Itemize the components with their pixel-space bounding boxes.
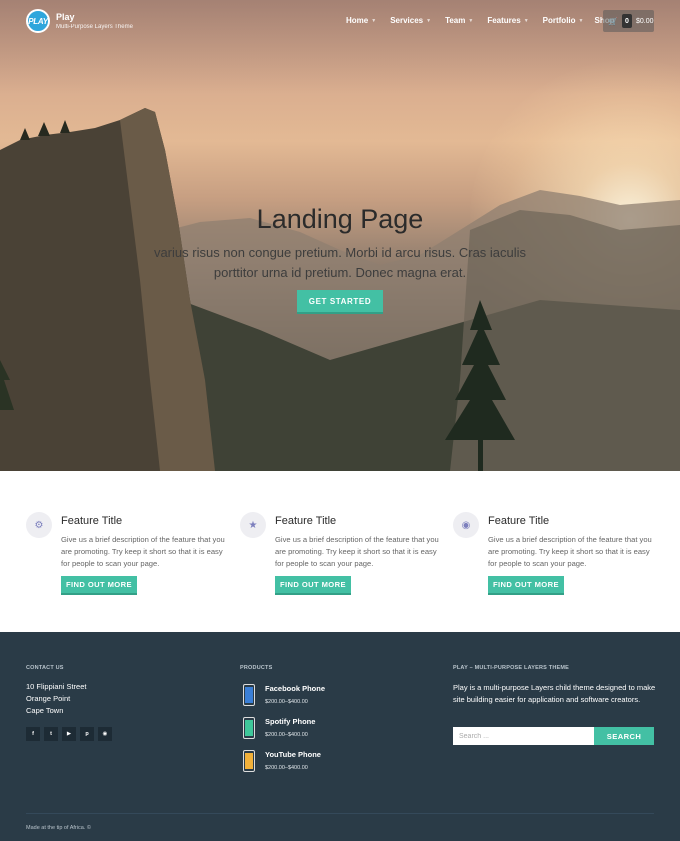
contact-heading: CONTACT US [26, 665, 64, 671]
cart-icon: 🛒 [608, 16, 618, 26]
product-price: $200.00–$400.00 [265, 732, 308, 738]
product-price: $200.00–$400.00 [265, 765, 308, 771]
chevron-down-icon: ▼ [578, 17, 584, 24]
hero-haze [0, 0, 680, 471]
nav-item-home[interactable]: Home ▼ [346, 16, 376, 25]
phone-thumbnail[interactable] [243, 717, 255, 739]
footer-divider [26, 813, 654, 814]
hero-section: PLAY Play Multi-Purpose Layers Theme Hom… [0, 0, 680, 471]
nav-item-team[interactable]: Team ▼ [445, 16, 473, 25]
address-line: Cape Town [26, 706, 64, 715]
address-line: Orange Point [26, 694, 71, 703]
find-out-more-button[interactable]: FIND OUT MORE [275, 576, 351, 593]
phone-thumbnail[interactable] [243, 684, 255, 706]
logo[interactable]: PLAY [26, 9, 50, 33]
nav-item-services[interactable]: Services ▼ [390, 16, 431, 25]
footer: CONTACT US 10 Flippiani Street Orange Po… [0, 632, 680, 841]
nav-label: Home [346, 16, 369, 25]
nav-item-features[interactable]: Features ▼ [487, 16, 528, 25]
chevron-down-icon: ▼ [426, 17, 432, 24]
cart-total: $0.00 [635, 17, 654, 25]
nav-label: Team [445, 16, 466, 25]
facebook-icon[interactable]: f [26, 727, 40, 741]
chevron-down-icon: ▼ [523, 17, 529, 24]
search-button[interactable]: SEARCH [594, 727, 654, 745]
nav-item-portfolio[interactable]: Portfolio ▼ [543, 16, 584, 25]
medal-icon: ◉ [453, 512, 479, 538]
logo-text: PLAY [28, 16, 48, 26]
chevron-down-icon: ▼ [371, 17, 377, 24]
find-out-more-button[interactable]: FIND OUT MORE [61, 576, 137, 593]
hero-excerpt: varius risus non congue pretium. Morbi i… [153, 245, 527, 280]
product-name[interactable]: YouTube Phone [265, 750, 321, 759]
feature-description: Give us a brief description of the featu… [275, 535, 439, 568]
chevron-down-icon: ▼ [468, 17, 474, 24]
search-input[interactable] [453, 727, 594, 745]
cart-count: 0 [621, 14, 632, 28]
instagram-icon[interactable]: ◉ [98, 727, 112, 741]
twitter-icon[interactable]: t [44, 727, 58, 741]
nav-label: Services [390, 16, 424, 25]
feature-title: Feature Title [61, 515, 123, 527]
get-started-button[interactable]: GET STARTED [297, 290, 383, 312]
features-section: ⚙ Feature Title Give us a brief descript… [0, 471, 680, 632]
star-icon: ★ [240, 512, 266, 538]
copyright-text: Made at the tip of Africa. © [26, 825, 91, 831]
site-title[interactable]: Play [56, 12, 75, 22]
product-name[interactable]: Facebook Phone [265, 684, 325, 693]
hero-title: Landing Page [256, 204, 424, 234]
feature-description: Give us a brief description of the featu… [61, 535, 225, 568]
about-heading: PLAY – MULTI-PURPOSE LAYERS THEME [453, 665, 570, 671]
cart-button[interactable]: 🛒 0 $0.00 [603, 10, 654, 32]
feature-title: Feature Title [488, 515, 550, 527]
product-price: $200.00–$400.00 [265, 699, 308, 705]
pinterest-icon[interactable]: p [80, 727, 94, 741]
products-heading: PRODUCTS [240, 665, 273, 671]
social-links: f t ▶ p ◉ [26, 727, 116, 741]
feature-description: Give us a brief description of the featu… [488, 535, 652, 568]
nav-label: Features [487, 16, 521, 25]
address-line: 10 Flippiani Street [26, 682, 87, 691]
site-tagline: Multi-Purpose Layers Theme [56, 24, 133, 30]
gear-icon: ⚙ [26, 512, 52, 538]
main-nav: Home ▼ Services ▼ Team ▼ Features ▼ Portfoli… [346, 16, 614, 25]
about-text: Play is a multi-purpose Layers child the… [453, 683, 656, 704]
nav-label: Portfolio [542, 16, 576, 25]
feature-title: Feature Title [275, 515, 337, 527]
product-name[interactable]: Spotify Phone [265, 717, 315, 726]
youtube-icon[interactable]: ▶ [62, 727, 76, 741]
phone-thumbnail[interactable] [243, 750, 255, 772]
find-out-more-button[interactable]: FIND OUT MORE [488, 576, 564, 593]
